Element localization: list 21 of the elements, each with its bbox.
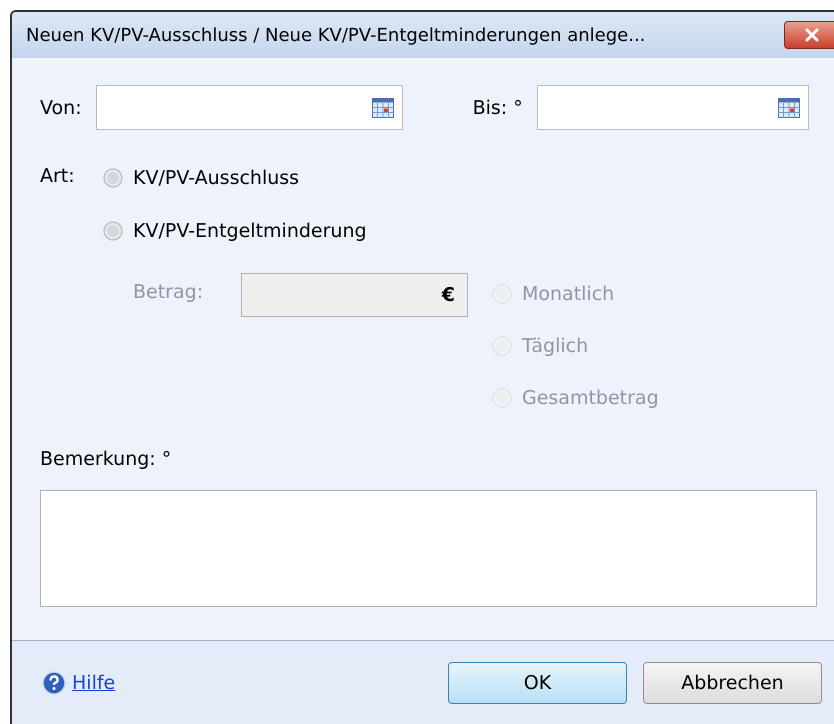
bis-label: Bis: ° <box>472 96 523 118</box>
close-icon <box>803 28 821 42</box>
date-field[interactable] <box>536 85 809 130</box>
calendar-icon <box>778 98 800 118</box>
ok-button[interactable]: OK <box>448 662 627 704</box>
remark-field[interactable] <box>40 490 817 607</box>
von-label: Von: <box>40 96 82 118</box>
radio-option[interactable]: KV/PV-Entgeltminderung <box>103 218 367 243</box>
date-field[interactable] <box>96 85 403 130</box>
calendar-icon <box>372 98 394 118</box>
radio-button[interactable] <box>103 220 123 240</box>
bemerkung-label: Bemerkung: ° <box>40 448 172 470</box>
window-title: Neuen KV/PV-Ausschluss / Neue KV/PV-Entgeltminderungen anlege... <box>26 24 646 46</box>
art-label: Art: <box>40 165 76 189</box>
betrag-label: Betrag: <box>133 281 204 303</box>
help-icon <box>42 670 66 694</box>
radio-button[interactable] <box>103 168 123 188</box>
help-link[interactable]: Hilfe <box>72 672 116 694</box>
cancel-button[interactable]: Abbrechen <box>643 662 822 704</box>
close-button[interactable] <box>784 21 834 49</box>
radio-option[interactable]: KV/PV-Ausschluss <box>103 165 367 190</box>
